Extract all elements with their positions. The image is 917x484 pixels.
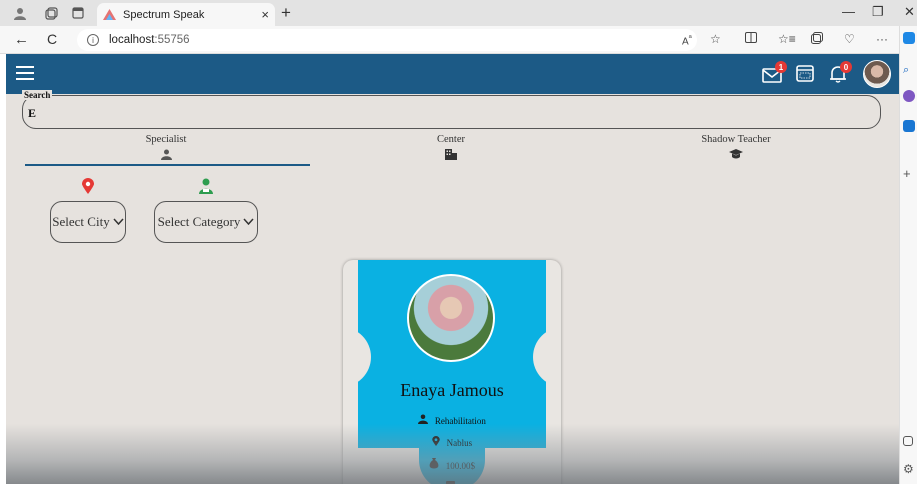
settings-more-icon[interactable]: ··· — [876, 32, 888, 46]
calendar-icon — [445, 480, 455, 484]
search-input[interactable] — [22, 95, 881, 129]
card-notch-left — [343, 327, 371, 387]
category-select[interactable]: Select Category — [154, 201, 258, 243]
tab-center-label: Center — [437, 134, 465, 145]
edge-sidebar: ⌕ + ⚙ — [899, 26, 917, 484]
money-bag-icon — [429, 458, 442, 472]
search-value: E — [28, 106, 37, 120]
collections-icon[interactable] — [811, 32, 823, 47]
graduation-cap-icon — [729, 149, 743, 159]
close-window-button[interactable]: ✕ — [904, 4, 915, 20]
tab-center[interactable]: Center — [411, 134, 491, 170]
specialist-photo — [407, 274, 495, 362]
site-info-icon[interactable]: i — [87, 34, 99, 46]
browser-titlebar: Spectrum Speak × + — ❐ ✕ — [0, 0, 917, 26]
messages-button[interactable]: 1 — [762, 61, 787, 84]
notifications-button[interactable]: 0 — [828, 61, 852, 84]
menu-icon[interactable] — [16, 66, 34, 82]
split-screen-icon[interactable] — [745, 32, 757, 46]
specialist-card[interactable]: Enaya Jamous Rehabilitation Nablus 100.0… — [343, 260, 561, 484]
specialty-row: Rehabilitation — [358, 414, 546, 427]
address-bar[interactable]: i localhost:55756 — [77, 29, 697, 51]
read-aloud-icon[interactable]: Aᵃ — [682, 32, 692, 47]
price-row: 100.00$ — [358, 458, 546, 472]
chevron-down-icon — [113, 216, 124, 228]
browser-tab[interactable]: Spectrum Speak × — [97, 3, 275, 26]
back-button[interactable]: ← — [14, 31, 29, 48]
category-select-value: Select Category — [157, 214, 241, 229]
reload-button[interactable]: C — [47, 31, 57, 47]
url-host: localhost — [109, 34, 155, 46]
favicon-icon — [103, 9, 116, 20]
calendar-icon — [796, 65, 814, 82]
new-tab-button[interactable]: + — [281, 3, 291, 23]
sidebar-settings-icon[interactable]: ⚙ — [903, 462, 915, 476]
games-icon[interactable] — [903, 90, 915, 102]
specialty-text: Rehabilitation — [434, 416, 486, 426]
browser-tab-title: Spectrum Speak — [123, 8, 205, 21]
favorites-list-icon[interactable]: ☆≡ — [778, 32, 796, 46]
map-pin-icon — [82, 178, 94, 194]
messages-badge: 1 — [775, 61, 787, 73]
user-category-icon — [199, 178, 213, 194]
city-select-value: Select City — [52, 214, 110, 229]
add-sidebar-app-icon[interactable]: + — [903, 166, 915, 181]
tab-close-icon[interactable]: × — [261, 7, 269, 22]
tab-actions-icon[interactable] — [68, 3, 88, 23]
city-row: Nablus — [358, 436, 546, 449]
city-text: Nablus — [446, 438, 473, 448]
search-icon[interactable]: ⌕ — [903, 64, 915, 76]
app-page: 1 0 Search E Specialist Center Shadow Te… — [6, 54, 899, 484]
restore-button[interactable]: ❐ — [872, 4, 884, 20]
tab-shadow-teacher-label: Shadow Teacher — [701, 134, 771, 145]
minimize-button[interactable]: — — [842, 4, 855, 19]
building-icon — [445, 149, 457, 160]
card-notch-right — [533, 327, 561, 387]
browser-toolbar: ← C i localhost:55756 Aᵃ ☆ ☆≡ ♡ ··· — [0, 26, 917, 54]
map-pin-icon — [432, 436, 443, 449]
chevron-down-icon — [243, 216, 254, 228]
workspaces-icon[interactable] — [41, 3, 61, 23]
copilot-icon[interactable] — [903, 32, 915, 44]
notifications-badge: 0 — [840, 61, 852, 73]
profile-icon[interactable] — [10, 3, 30, 23]
user-tie-icon — [418, 414, 431, 427]
active-tab-indicator — [25, 164, 310, 166]
hide-sidebar-icon[interactable] — [903, 436, 913, 446]
city-select[interactable]: Select City — [50, 201, 126, 243]
browser-essentials-icon[interactable]: ♡ — [844, 32, 855, 46]
app-header: 1 0 — [6, 54, 899, 94]
outlook-icon[interactable] — [903, 120, 915, 132]
price-text: 100.00$ — [445, 461, 475, 471]
user-avatar[interactable] — [863, 60, 891, 88]
tab-shadow-teacher[interactable]: Shadow Teacher — [686, 134, 786, 170]
calendar-button[interactable] — [796, 64, 818, 84]
calendar-row — [358, 480, 546, 484]
url-port: :55756 — [154, 34, 190, 46]
tab-specialist-label: Specialist — [145, 134, 187, 145]
favorite-star-icon[interactable]: ☆ — [710, 32, 721, 46]
user-tie-icon — [160, 149, 172, 160]
search-label: Search — [22, 90, 53, 100]
specialist-name: Enaya Jamous — [400, 380, 504, 400]
